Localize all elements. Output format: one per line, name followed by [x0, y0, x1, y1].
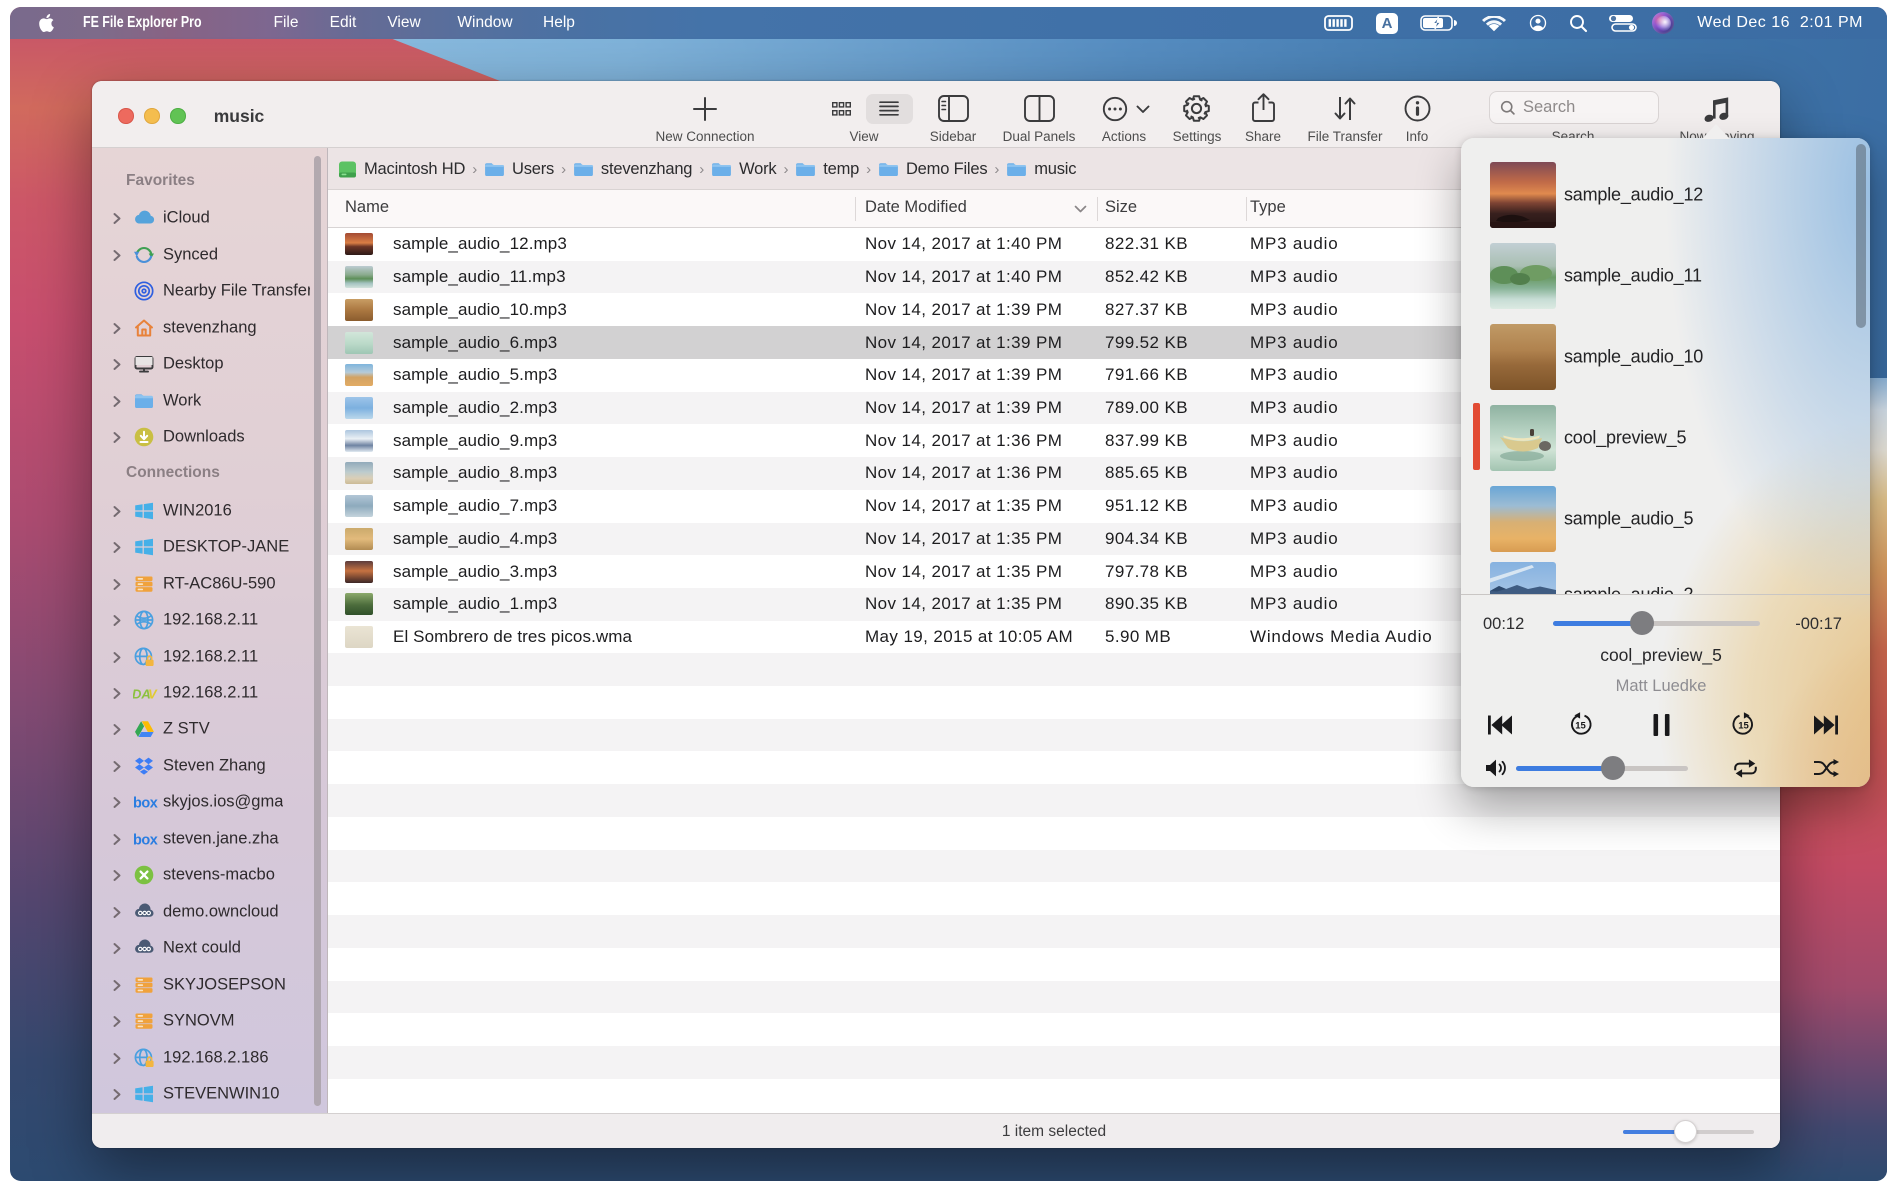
svg-text:15: 15 — [1575, 720, 1586, 731]
svg-text:15: 15 — [1738, 720, 1749, 731]
svg-text:box: box — [133, 796, 158, 812]
svg-text:V: V — [148, 687, 158, 702]
svg-text:box: box — [133, 832, 158, 848]
